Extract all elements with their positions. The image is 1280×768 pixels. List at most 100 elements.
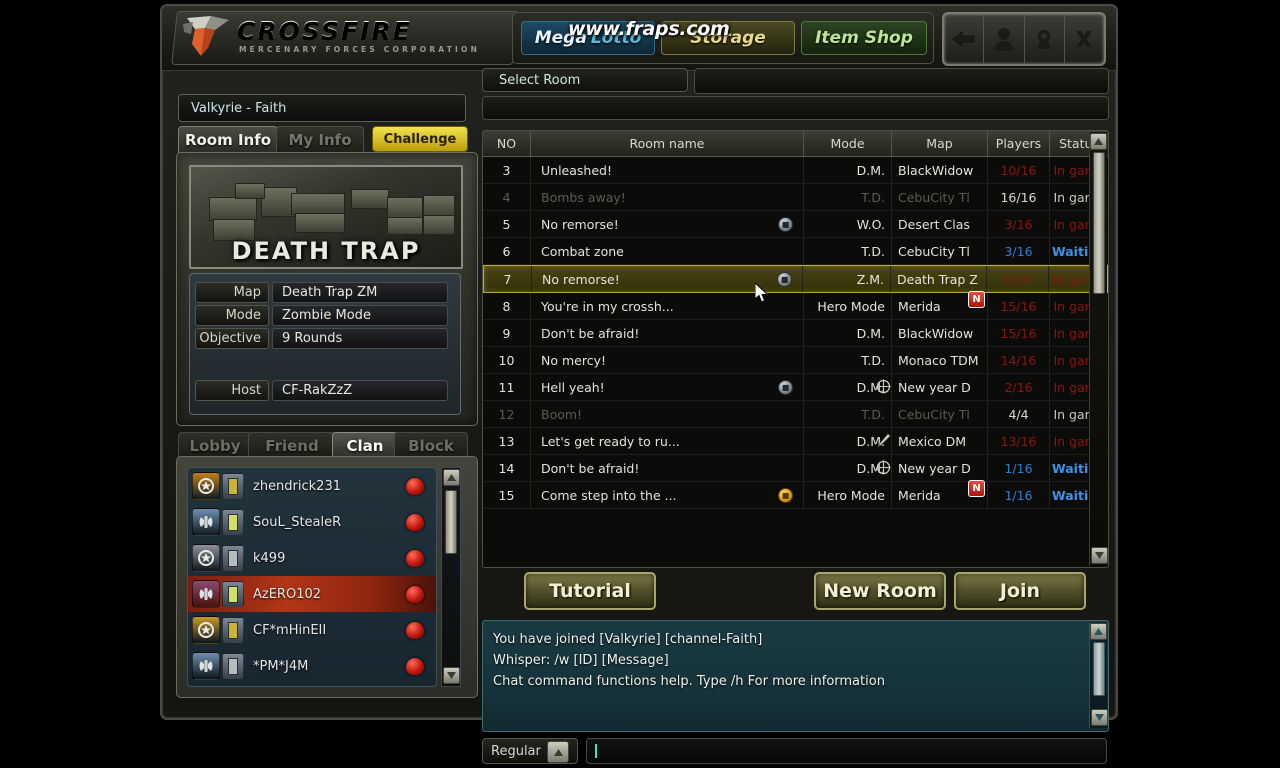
clan-status-gem-icon[interactable] bbox=[406, 513, 424, 531]
clan-scroll-thumb[interactable] bbox=[445, 490, 457, 554]
chat-scroll-up-button[interactable] bbox=[1090, 623, 1107, 640]
table-row[interactable]: 5 No remorse! ■ W.O. Desert Clas 3/16 In game bbox=[483, 211, 1108, 238]
chat-scrollbar[interactable] bbox=[1089, 622, 1108, 728]
logo-tagline: MERCENARY FORCES CORPORATION bbox=[239, 45, 481, 54]
room-map: Monaco TDM bbox=[892, 347, 988, 373]
lock-icon: ■ bbox=[778, 380, 793, 395]
table-row[interactable]: 9 Don't be afraid! D.M. BlackWidow 15/16 In g… bbox=[483, 320, 1108, 347]
table-row[interactable]: 10 No mercy! T.D. Monaco TDM 14/16 In game bbox=[483, 347, 1108, 374]
room-scroll-down-button[interactable] bbox=[1091, 547, 1108, 564]
clan-rank-icon bbox=[192, 544, 220, 572]
clan-status-gem-icon[interactable] bbox=[406, 549, 424, 567]
table-row[interactable]: 7 No remorse! ■ Z.M. Death Trap Z 6/16 In game bbox=[483, 265, 1108, 293]
table-row[interactable]: 4 Bombs away! T.D. CebuCity Tl 16/16 In game bbox=[483, 184, 1108, 211]
header-bar: CROSSFIRE MERCENARY FORCES CORPORATION M… bbox=[162, 6, 1116, 71]
clan-member-row[interactable]: zhendrick231 bbox=[188, 468, 436, 504]
clan-member-name: CF*mHinEII bbox=[253, 622, 327, 638]
chat-scroll-thumb[interactable] bbox=[1093, 642, 1105, 696]
tab-block[interactable]: Block bbox=[394, 432, 468, 459]
room-map: New year D bbox=[876, 455, 988, 481]
action-button-row: Tutorial New Room Join bbox=[482, 572, 1107, 616]
table-row[interactable]: 12 Boom! T.D. CebuCity Tl 4/4 In game bbox=[483, 401, 1108, 428]
clan-status-gem-icon[interactable] bbox=[406, 477, 424, 495]
chat-scroll-down-button[interactable] bbox=[1091, 709, 1108, 726]
stat-value-objective: 9 Rounds bbox=[272, 328, 448, 349]
room-mode: D.M. bbox=[804, 320, 892, 346]
clan-list-scrollbar[interactable] bbox=[441, 467, 461, 687]
clan-scroll-down-button[interactable] bbox=[443, 667, 460, 684]
room-players: 1/16 bbox=[988, 455, 1050, 481]
clan-member-row[interactable]: *PM*J4M bbox=[188, 648, 436, 684]
room-map: CebuCity Tl bbox=[892, 401, 988, 427]
clan-rank-icon bbox=[192, 616, 220, 644]
room-players: 15/16 bbox=[988, 293, 1050, 319]
clan-member-row[interactable]: SouL_StealeR bbox=[188, 504, 436, 540]
tab-lobby[interactable]: Lobby bbox=[178, 432, 252, 459]
challenge-button[interactable]: Challenge bbox=[372, 126, 468, 152]
room-players: 4/4 bbox=[988, 401, 1050, 427]
stat-label-host: Host bbox=[195, 380, 269, 401]
col-header-players: Players bbox=[988, 131, 1050, 156]
filter-bar-second[interactable] bbox=[482, 96, 1109, 120]
room-mode: T.D. bbox=[804, 401, 892, 427]
new-badge: N bbox=[968, 480, 985, 497]
clan-status-gem-icon[interactable] bbox=[406, 585, 424, 603]
room-list-scrollbar[interactable] bbox=[1089, 132, 1108, 566]
tab-room-info[interactable]: Room Info bbox=[178, 126, 278, 153]
cf-emblem-icon bbox=[183, 16, 229, 56]
room-scroll-thumb[interactable] bbox=[1093, 152, 1105, 294]
clan-member-row[interactable]: k499 bbox=[188, 540, 436, 576]
tab-my-info[interactable]: My Info bbox=[276, 126, 364, 153]
profile-button[interactable] bbox=[984, 14, 1025, 64]
table-row[interactable]: 13 Let's get ready to ru... D.M. Mexico DM 1… bbox=[483, 428, 1108, 455]
room-number: 8 bbox=[483, 293, 531, 319]
close-button[interactable] bbox=[1065, 14, 1104, 64]
room-number: 6 bbox=[483, 238, 531, 264]
room-name: Let's get ready to ru... bbox=[531, 428, 804, 454]
back-button[interactable] bbox=[944, 14, 985, 64]
tab-clan[interactable]: Clan bbox=[332, 432, 398, 458]
back-arrow-icon bbox=[951, 30, 975, 48]
chat-input-field[interactable] bbox=[586, 738, 1107, 764]
room-name: Don't be afraid! bbox=[531, 455, 804, 481]
room-scroll-up-button[interactable] bbox=[1090, 133, 1107, 150]
filter-bar-right[interactable] bbox=[694, 68, 1109, 94]
table-row[interactable]: 8 You're in my crossh... Hero Mode Merida N 1… bbox=[483, 291, 1108, 320]
clan-member-row[interactable]: CF*mHinEII bbox=[188, 612, 436, 648]
room-map: BlackWidow bbox=[892, 320, 988, 346]
table-row[interactable]: 3 Unleashed! D.M. BlackWidow 10/16 In game bbox=[483, 157, 1108, 184]
stat-value-map: Death Trap ZM bbox=[272, 282, 448, 303]
table-row[interactable]: 14 Don't be afraid! D.M. New year D 1/16 Wait… bbox=[483, 455, 1108, 482]
clan-member-row[interactable]: AzERO102 bbox=[188, 576, 436, 612]
profile-icon bbox=[994, 28, 1013, 51]
clan-member-name: SouL_StealeR bbox=[253, 514, 342, 530]
room-mode: Hero Mode bbox=[804, 293, 892, 319]
stat-label-mode: Mode bbox=[195, 305, 269, 326]
clan-status-gem-icon[interactable] bbox=[406, 621, 424, 639]
table-row[interactable]: 15 Come step into the ... ■ Hero Mode Merida… bbox=[483, 480, 1108, 509]
chat-mode-arrow-icon[interactable] bbox=[547, 741, 569, 763]
table-row[interactable]: 6 Combat zone T.D. CebuCity Tl 3/16 Waiting bbox=[483, 238, 1108, 265]
clan-level-icon bbox=[222, 581, 244, 607]
new-room-button[interactable]: New Room bbox=[814, 572, 946, 610]
tutorial-button[interactable]: Tutorial bbox=[524, 572, 656, 610]
channel-name-bar[interactable]: Valkyrie - Faith bbox=[178, 94, 466, 122]
table-row[interactable]: 11 Hell yeah! ■ D.M. New year D 2/16 In game bbox=[483, 374, 1108, 401]
tab-friend[interactable]: Friend bbox=[248, 432, 336, 459]
clan-level-icon bbox=[222, 617, 244, 643]
room-players: 10/16 bbox=[988, 157, 1050, 183]
settings-button[interactable] bbox=[1025, 14, 1065, 64]
join-button[interactable]: Join bbox=[954, 572, 1086, 610]
room-mode: Hero Mode bbox=[804, 482, 892, 508]
clan-panel: zhendrick231 SouL_StealeR k499 AzERO102 CF*m… bbox=[176, 456, 478, 698]
new-badge: N bbox=[968, 291, 985, 308]
chat-input-bar: Regular bbox=[482, 736, 1107, 768]
crosshair-icon bbox=[876, 460, 891, 475]
clan-status-gem-icon[interactable] bbox=[406, 657, 424, 675]
logo-wordmark: CROSSFIRE bbox=[237, 16, 412, 45]
clan-member-name: *PM*J4M bbox=[253, 658, 309, 674]
select-room-dropdown[interactable]: Select Room bbox=[482, 68, 688, 92]
clan-scroll-up-button[interactable] bbox=[442, 469, 460, 486]
item-shop-button[interactable]: Item Shop bbox=[801, 21, 927, 55]
right-panel: Select Room NO Room name Mode Map Player… bbox=[482, 68, 1109, 764]
